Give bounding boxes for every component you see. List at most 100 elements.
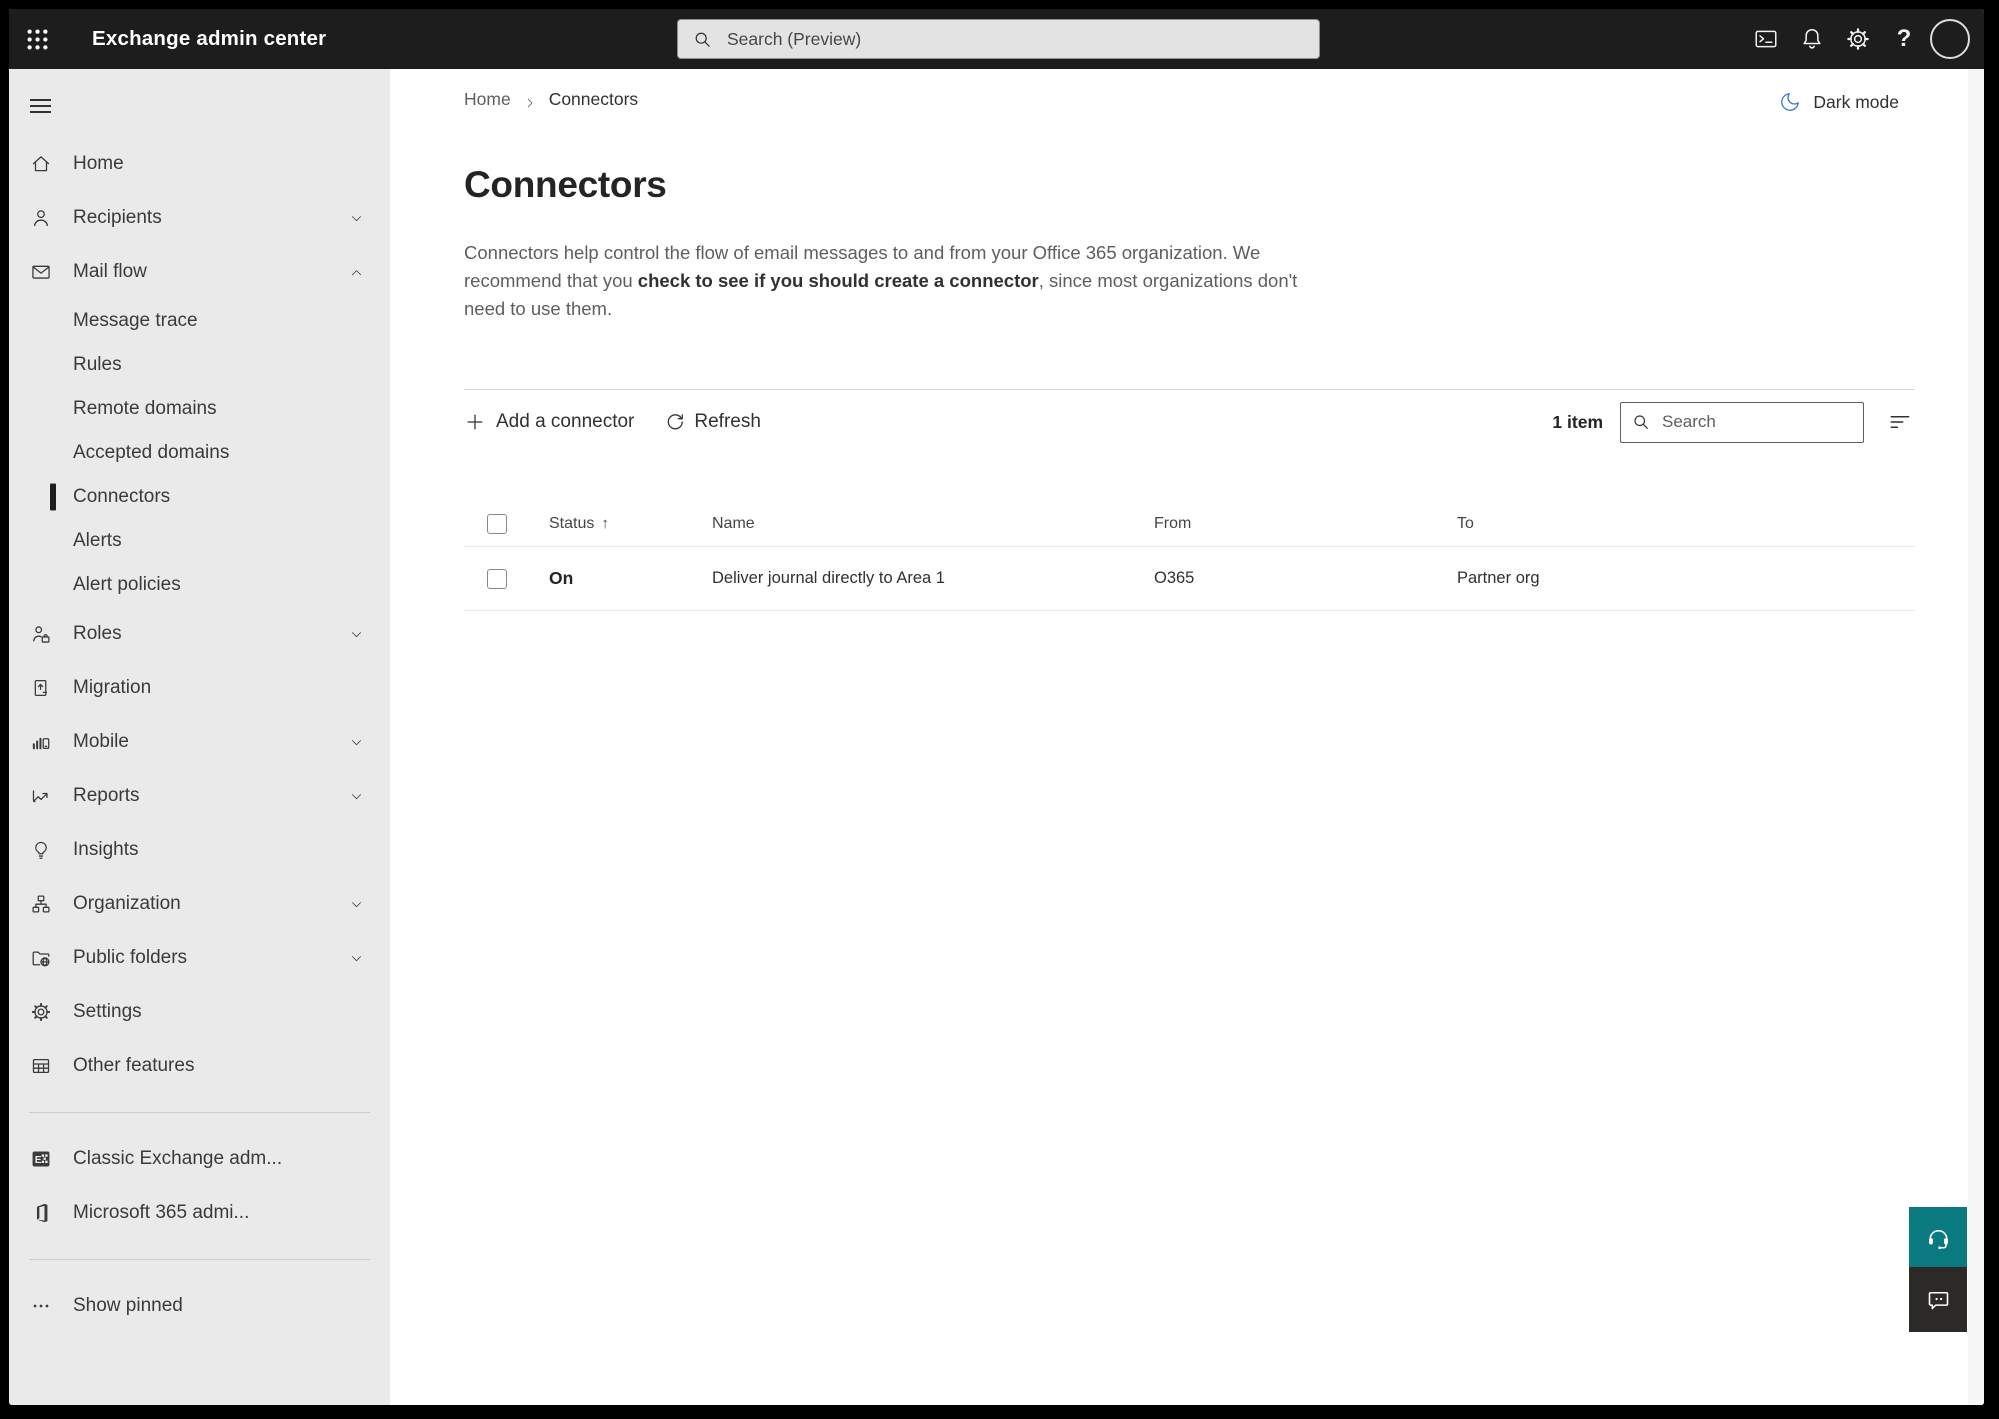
chevron-down-icon (349, 897, 364, 912)
chat-icon (1925, 1286, 1952, 1313)
breadcrumb: Home Connectors (464, 89, 638, 110)
sidebar-item-label: Mobile (73, 731, 129, 752)
selected-indicator (50, 483, 56, 511)
sidebar-item-insights[interactable]: Insights (9, 823, 390, 877)
person-icon (30, 207, 52, 229)
dark-mode-toggle[interactable]: Dark mode (1779, 91, 1899, 113)
page-title: Connectors (464, 164, 667, 205)
sidebar-item-label: Settings (73, 1001, 142, 1022)
search-icon (692, 29, 727, 50)
row-checkbox[interactable] (487, 568, 507, 589)
sidebar-divider (29, 1112, 370, 1113)
feedback-button[interactable] (1909, 1267, 1967, 1332)
sidebar-collapse-button[interactable] (9, 85, 390, 127)
help-icon: ? (1896, 25, 1912, 52)
svg-text:E: E (35, 1155, 42, 1166)
sidebar-item-remote-domains[interactable]: Remote domains (9, 387, 390, 431)
bell-icon (1799, 26, 1825, 52)
chevron-down-icon (349, 735, 364, 750)
sidebar-item-label: Connectors (73, 486, 171, 507)
account-avatar[interactable] (1927, 9, 1973, 69)
sidebar-item-connectors[interactable]: Connectors (9, 475, 390, 519)
ellipsis-icon (30, 1295, 52, 1317)
column-header-status[interactable]: Status ↑ (549, 515, 712, 533)
sidebar-item-organization[interactable]: Organization (9, 877, 390, 931)
sidebar-item-microsoft-365-admi[interactable]: Microsoft 365 admi... (9, 1186, 390, 1240)
sidebar-item-mail-flow[interactable]: Mail flow (9, 245, 390, 299)
reports-icon (30, 785, 52, 807)
sidebar-item-home[interactable]: Home (9, 137, 390, 191)
sidebar-item-label: Insights (73, 839, 139, 860)
topbar-actions: ? (1743, 9, 1973, 69)
select-all-checkbox[interactable] (487, 513, 507, 534)
sidebar-item-label: Alert policies (73, 574, 181, 595)
chevron-down-icon (349, 951, 364, 966)
cell-status: On (549, 568, 574, 588)
support-button[interactable] (1909, 1207, 1967, 1267)
breadcrumb-home[interactable]: Home (464, 89, 511, 110)
avatar-circle (1930, 19, 1970, 59)
gear-icon (30, 1001, 52, 1023)
cell-from: O365 (1154, 569, 1195, 587)
breadcrumb-connectors: Connectors (548, 89, 639, 109)
scrollbar-gutter[interactable] (1968, 69, 1984, 1405)
sidebar-item-reports[interactable]: Reports (9, 769, 390, 823)
connectors-listing: Add a connector Refresh 1 item Search St… (464, 389, 1915, 611)
settings-button[interactable] (1835, 9, 1881, 69)
cell-to: Partner org (1457, 569, 1540, 587)
cloud-shell-button[interactable] (1743, 9, 1789, 69)
sidebar-item-show-pinned[interactable]: Show pinned (9, 1279, 390, 1333)
mail-icon (30, 261, 52, 283)
sidebar-item-roles[interactable]: Roles (9, 607, 390, 661)
sidebar-item-accepted-domains[interactable]: Accepted domains (9, 431, 390, 475)
refresh-icon (664, 411, 686, 433)
sidebar-item-label: Home (73, 153, 124, 174)
list-search-placeholder: Search (1662, 412, 1716, 431)
plus-icon (464, 411, 486, 433)
sidebar-item-alert-policies[interactable]: Alert policies (9, 563, 390, 607)
sidebar-item-public-folders[interactable]: Public folders (9, 931, 390, 985)
add-connector-button[interactable]: Add a connector (464, 411, 634, 433)
column-header-from[interactable]: From (1154, 515, 1457, 533)
app-launcher-button[interactable] (9, 9, 65, 69)
column-header-name[interactable]: Name (712, 515, 1154, 533)
global-search-input[interactable]: Search (Preview) (677, 19, 1320, 59)
filter-button[interactable] (1885, 407, 1915, 437)
classic-exchange-icon: E (30, 1148, 52, 1170)
sidebar-item-migration[interactable]: Migration (9, 661, 390, 715)
gear-icon (1845, 26, 1871, 52)
sidebar-item-label: Recipients (73, 207, 162, 228)
table-row[interactable]: On Deliver journal directly to Area 1 O365… (464, 547, 1915, 611)
help-button[interactable]: ? (1881, 9, 1927, 69)
list-search-input[interactable]: Search (1620, 401, 1864, 443)
sort-up-arrow: ↑ (601, 515, 609, 532)
public-folders-icon (30, 947, 52, 969)
sidebar-item-message-trace[interactable]: Message trace (9, 299, 390, 343)
other-features-icon (30, 1055, 52, 1077)
sidebar-item-label: Alerts (73, 530, 122, 551)
notifications-button[interactable] (1789, 9, 1835, 69)
sidebar-item-recipients[interactable]: Recipients (9, 191, 390, 245)
waffle-icon (24, 26, 51, 53)
description-link[interactable]: check to see if you should create a conn… (638, 270, 1039, 291)
floating-actions (1909, 1207, 1967, 1332)
global-search-placeholder: Search (Preview) (727, 28, 862, 49)
sidebar-item-other-features[interactable]: Other features (9, 1039, 390, 1093)
sidebar-item-classic-exchange-adm[interactable]: E Classic Exchange adm... (9, 1132, 390, 1186)
sidebar-item-settings[interactable]: Settings (9, 985, 390, 1039)
headset-icon (1925, 1224, 1952, 1251)
roles-icon (30, 623, 52, 645)
sidebar-item-mobile[interactable]: Mobile (9, 715, 390, 769)
sidebar-item-label: Microsoft 365 admi... (73, 1202, 250, 1223)
sidebar-item-label: Message trace (73, 310, 198, 331)
sidebar-item-alerts[interactable]: Alerts (9, 519, 390, 563)
insights-icon (30, 839, 52, 861)
column-header-to[interactable]: To (1457, 515, 1915, 533)
chevron-right-icon (523, 94, 537, 108)
sidebar-item-label: Mail flow (73, 261, 147, 282)
app-window: Exchange admin center Search (Preview) ?… (9, 9, 1984, 1405)
search-icon (1631, 412, 1662, 432)
cell-name[interactable]: Deliver journal directly to Area 1 (712, 569, 1154, 588)
sidebar-item-rules[interactable]: Rules (9, 343, 390, 387)
refresh-button[interactable]: Refresh (664, 411, 761, 433)
